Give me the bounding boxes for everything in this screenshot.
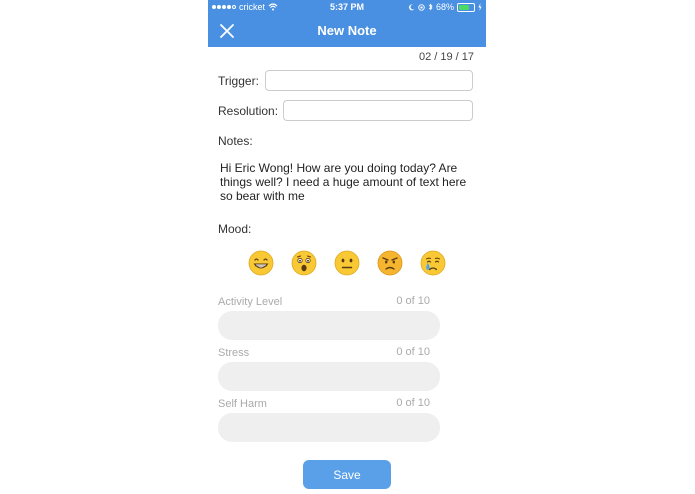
self-harm-count: 0 of 10 <box>396 397 430 409</box>
notes-textarea[interactable]: Hi Eric Wong! How are you doing today? A… <box>220 161 476 203</box>
stress-count: 0 of 10 <box>396 346 430 358</box>
trigger-input[interactable] <box>265 70 473 91</box>
neutral-face-icon[interactable] <box>334 250 360 276</box>
mood-label: Mood: <box>218 222 252 236</box>
status-bar: cricket 5:37 PM 68% <box>208 0 486 16</box>
nav-bar: New Note <box>208 16 486 47</box>
self-harm-label: Self Harm <box>218 398 267 410</box>
self-harm-slider[interactable] <box>218 413 440 442</box>
grinning-face-icon[interactable] <box>248 250 274 276</box>
stress-label: Stress <box>218 347 250 359</box>
stress-slider[interactable] <box>218 362 440 391</box>
page-title: New Note <box>317 23 377 38</box>
notes-label: Notes: <box>218 134 253 148</box>
status-right: 68% <box>408 2 482 12</box>
battery-percent: 68% <box>435 2 454 12</box>
angry-face-icon[interactable] <box>377 250 403 276</box>
phone-screen: cricket 5:37 PM 68% New Note 02 / 19 / 1… <box>208 0 486 494</box>
mood-selector <box>248 250 446 276</box>
resolution-input[interactable] <box>283 100 473 121</box>
bluetooth-icon <box>428 3 433 11</box>
battery-icon <box>457 2 475 12</box>
crying-face-icon[interactable] <box>420 250 446 276</box>
resolution-label: Resolution: <box>218 104 279 118</box>
moon-icon <box>408 3 415 10</box>
page: cricket 5:37 PM 68% New Note 02 / 19 / 1… <box>0 0 695 494</box>
activity-level-slider[interactable] <box>218 311 440 340</box>
charging-icon <box>478 3 482 11</box>
trigger-label: Trigger: <box>218 74 259 88</box>
activity-level-count: 0 of 10 <box>396 295 430 307</box>
battery-level-fill <box>459 4 469 10</box>
activity-level-label: Activity Level <box>218 296 283 308</box>
save-button[interactable]: Save <box>303 460 391 489</box>
note-date: 02 / 19 / 17 <box>418 51 474 63</box>
orientation-lock-icon <box>418 3 425 11</box>
astonished-face-icon[interactable] <box>291 250 317 276</box>
